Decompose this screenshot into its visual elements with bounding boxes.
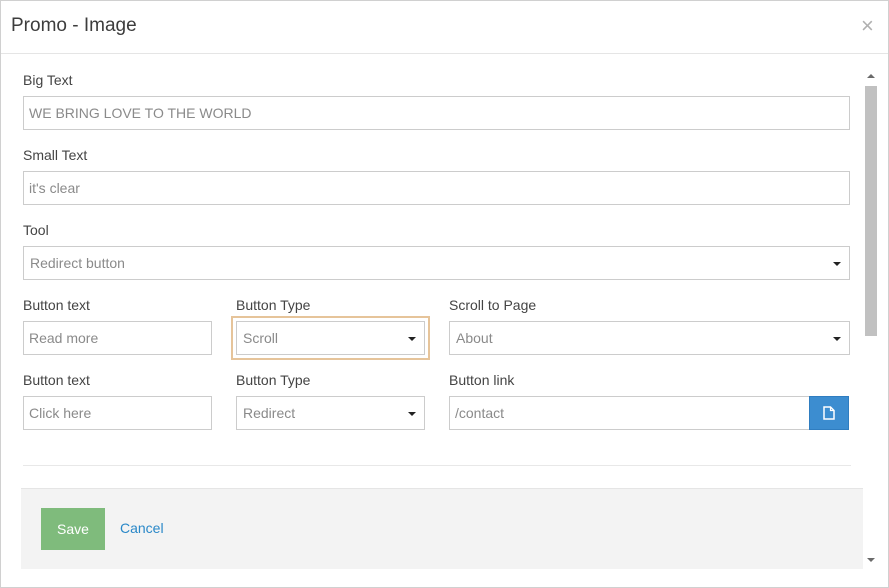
caret-down-icon (408, 412, 416, 416)
form-divider (23, 465, 851, 466)
file-icon (823, 406, 835, 420)
button-text-1-input[interactable]: Read more (23, 321, 212, 355)
scrollbar-thumb[interactable] (865, 86, 877, 336)
button-text-2-label: Button text (23, 372, 90, 388)
dialog-title: Promo - Image (11, 15, 137, 36)
small-text-input[interactable]: it's clear (23, 171, 850, 205)
promo-image-dialog: Promo - Image × Big Text WE BRING LOVE T… (0, 0, 889, 588)
button-link-label: Button link (449, 372, 515, 388)
scroll-down-arrow-icon[interactable] (867, 558, 875, 562)
scroll-up-arrow-icon[interactable] (867, 74, 875, 78)
dialog-footer: Save Cancel (21, 488, 863, 569)
big-text-input[interactable]: WE BRING LOVE TO THE WORLD (23, 96, 850, 130)
dialog-body: Big Text WE BRING LOVE TO THE WORLD Smal… (11, 69, 863, 569)
file-picker-button[interactable] (809, 396, 849, 430)
scroll-to-page-label: Scroll to Page (449, 297, 537, 313)
button-type-1-label: Button Type (236, 297, 311, 313)
button-text-1-label: Button text (23, 297, 90, 313)
small-text-label: Small Text (23, 147, 88, 163)
button-text-2-input[interactable]: Click here (23, 396, 212, 430)
button-link-input[interactable]: /contact (449, 396, 810, 430)
big-text-label: Big Text (23, 72, 73, 88)
button-type-2-select[interactable]: Redirect (236, 396, 425, 430)
scroll-to-page-select[interactable]: About (449, 321, 850, 355)
button-type-1-select[interactable]: Scroll (231, 316, 430, 360)
close-icon[interactable]: × (861, 15, 874, 37)
vertical-scrollbar[interactable] (863, 69, 879, 569)
dialog-header: Promo - Image × (1, 1, 888, 54)
button-type-2-label: Button Type (236, 372, 311, 388)
cancel-link[interactable]: Cancel (120, 520, 164, 536)
caret-down-icon (408, 337, 416, 341)
caret-down-icon (833, 337, 841, 341)
tool-select[interactable]: Redirect button (23, 246, 850, 280)
caret-down-icon (833, 262, 841, 266)
tool-select-value: Redirect button (30, 255, 125, 271)
button-type-2-value: Redirect (243, 405, 296, 421)
tool-label: Tool (23, 222, 49, 238)
button-type-1-value: Scroll (243, 330, 279, 346)
save-button[interactable]: Save (41, 508, 105, 550)
scroll-to-page-value: About (456, 330, 493, 346)
